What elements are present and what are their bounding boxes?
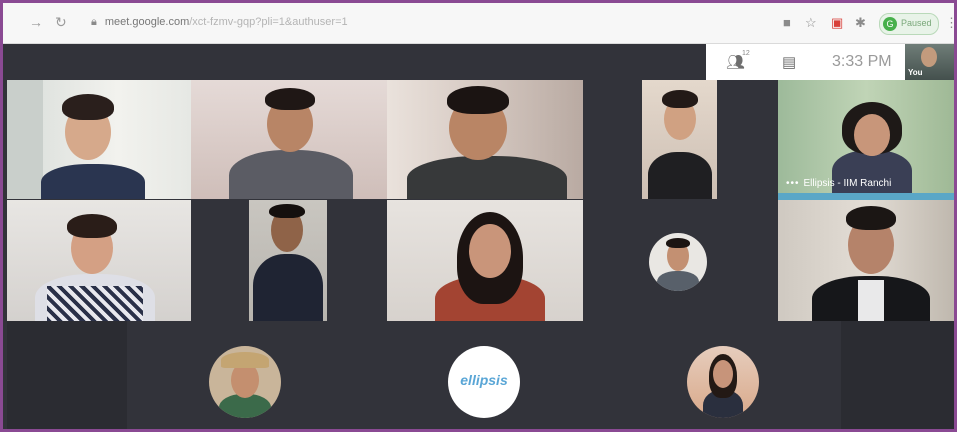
participant-tile[interactable] (642, 80, 717, 199)
hair (265, 88, 315, 110)
hair (67, 214, 117, 238)
participant-tile[interactable] (387, 200, 583, 321)
participant-tile[interactable] (7, 200, 191, 321)
self-view-tile[interactable]: You (905, 44, 954, 80)
meet-info-bar: 👥︎ 12 ▤ 3:33 PM You (706, 44, 954, 80)
chat-icon[interactable]: ▤ (782, 53, 796, 71)
hair (666, 238, 690, 248)
participant-tile[interactable]: ••• Ellipsis - IIM Ranchi (778, 80, 954, 193)
lock-icon: 🔒︎ (91, 16, 97, 28)
empty-grid-area (841, 321, 954, 429)
shirt (858, 280, 884, 321)
screenshot-frame: → ↻ 🔒︎ meet.google.com/xct-fzmv-gqp?pli=1… (0, 0, 957, 432)
back-arrow-icon[interactable]: → (29, 14, 43, 30)
self-face (921, 47, 937, 67)
participant-avatar[interactable] (687, 346, 759, 418)
more-options-icon[interactable]: ••• (786, 178, 800, 189)
profile-avatar: G (883, 17, 897, 31)
participant-avatar[interactable] (209, 346, 281, 418)
extension-icon[interactable]: ▣ (831, 15, 843, 31)
participant-tile[interactable] (387, 80, 583, 199)
url-path: /xct-fzmv-gqp?pli=1&authuser=1 (189, 16, 348, 28)
browser-toolbar: → ↻ 🔒︎ meet.google.com/xct-fzmv-gqp?pli=1… (3, 3, 954, 44)
wall (7, 80, 43, 199)
participant-avatar[interactable] (649, 233, 707, 291)
self-label: You (908, 68, 923, 77)
participant-tile[interactable] (191, 80, 387, 199)
star-icon[interactable]: ☆ (805, 15, 817, 31)
reload-icon[interactable]: ↻ (55, 14, 67, 31)
participant-tile[interactable] (7, 80, 191, 199)
pattern-shirt (47, 286, 143, 321)
people-count: 12 (742, 50, 750, 57)
participant-body (253, 254, 323, 321)
address-bar[interactable]: 🔒︎ meet.google.com/xct-fzmv-gqp?pli=1&aut… (91, 16, 348, 29)
participant-face (469, 224, 511, 278)
participant-body (657, 271, 699, 291)
profile-button[interactable]: G Paused (879, 13, 939, 35)
participant-face-front (854, 114, 890, 156)
participant-body (41, 164, 145, 199)
hat (221, 352, 269, 368)
hair (62, 94, 114, 120)
participant-name: Ellipsis - IIM Ranchi (803, 178, 892, 189)
ellipsis-logo: ellipsis (460, 372, 508, 388)
camera-icon[interactable]: ■ (783, 15, 791, 30)
hair (269, 204, 305, 218)
participant-avatar[interactable]: ellipsis (448, 346, 520, 418)
url-host: meet.google.com (104, 16, 190, 28)
participant-body (229, 150, 353, 199)
participant-tile[interactable] (778, 200, 954, 321)
profile-status: Paused (901, 18, 932, 28)
hair (447, 86, 509, 114)
puzzle-icon[interactable]: ✱ (855, 15, 866, 31)
meeting-clock: 3:33 PM (832, 53, 892, 70)
active-speaker-bar (778, 193, 954, 200)
hair (662, 90, 698, 108)
participant-body (407, 156, 567, 199)
participant-face (713, 360, 733, 388)
participant-tile[interactable] (249, 200, 327, 321)
participant-body (648, 152, 712, 199)
menu-dots-icon[interactable]: ⋮ (945, 15, 954, 31)
empty-grid-area (7, 321, 127, 429)
hair (846, 206, 896, 230)
participant-name-label: ••• Ellipsis - IIM Ranchi (786, 178, 891, 189)
